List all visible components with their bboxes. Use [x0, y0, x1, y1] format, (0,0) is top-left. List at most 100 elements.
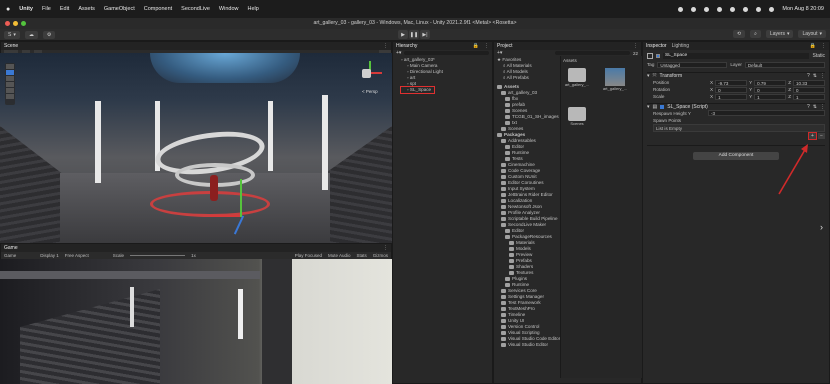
y-axis-label[interactable]: Y — [749, 80, 752, 85]
menu-file[interactable]: File — [42, 6, 51, 12]
game-viewport[interactable] — [0, 259, 392, 384]
tab-lighting[interactable]: Lighting — [672, 43, 690, 49]
menu-assets[interactable]: Assets — [78, 6, 95, 12]
tab-hierarchy[interactable]: Hierarchy — [396, 43, 417, 49]
hierarchy-item[interactable]: ▫ SL_Space — [399, 86, 436, 94]
minimize-icon[interactable] — [13, 21, 18, 26]
search-icon[interactable] — [756, 6, 762, 12]
asset-item[interactable]: Scenes — [563, 107, 591, 126]
z-axis-label[interactable]: Z — [788, 87, 791, 92]
menu-edit[interactable]: Edit — [60, 6, 69, 12]
layout-dropdown[interactable]: Layout ▾ — [798, 30, 826, 38]
rotation-y-field[interactable]: 0 — [754, 86, 787, 93]
scene-viewport[interactable]: < Persp — [0, 53, 392, 243]
clock[interactable]: Mon Aug 8 20:09 — [782, 6, 824, 12]
control-center-icon[interactable] — [769, 6, 775, 12]
rotation-x-field[interactable]: 0 — [715, 86, 748, 93]
close-icon[interactable] — [5, 21, 10, 26]
position-z-field[interactable]: 10.33 — [793, 79, 826, 86]
status-icon[interactable] — [717, 6, 723, 12]
collab-icon[interactable]: ⚙ — [42, 30, 56, 39]
more-icon[interactable]: ⋮ — [383, 245, 388, 251]
static-toggle[interactable]: Static — [812, 53, 825, 59]
wifi-icon[interactable] — [743, 6, 749, 12]
tab-inspector[interactable]: Inspector — [646, 43, 667, 49]
move-tool-icon[interactable] — [6, 70, 14, 75]
y-axis-label[interactable]: Y — [749, 87, 752, 92]
more-icon[interactable]: ⋮ — [820, 73, 825, 79]
x-axis-label[interactable]: X — [710, 94, 713, 99]
tab-scene[interactable]: Scene — [4, 43, 18, 49]
assets-breadcrumb[interactable]: Assets — [563, 58, 643, 64]
x-axis-label[interactable]: X — [710, 87, 713, 92]
rotation-z-field[interactable]: 0 — [793, 86, 826, 93]
menu-help[interactable]: Help — [247, 6, 258, 12]
account-button[interactable]: S ▾ — [4, 30, 20, 39]
remove-item-button[interactable]: − — [818, 133, 825, 139]
chevron-down-icon[interactable]: ▾ — [647, 104, 650, 110]
move-gizmo-y[interactable] — [240, 179, 242, 217]
gizmos-toggle[interactable]: Gizmos — [373, 253, 388, 258]
lock-icon[interactable]: 🔒 — [810, 43, 816, 49]
cloud-icon[interactable]: ☁ — [24, 30, 38, 39]
object-name-field[interactable]: SL_Space — [663, 53, 810, 59]
orientation-gizmo[interactable] — [358, 61, 382, 85]
apple-icon[interactable]: ● — [6, 6, 10, 13]
move-gizmo-x[interactable] — [210, 215, 240, 217]
more-icon[interactable]: ⋮ — [383, 43, 388, 49]
mute-audio-toggle[interactable]: Mute Audio — [328, 253, 351, 258]
pause-button[interactable]: ❚❚ — [409, 30, 419, 39]
game-mode-dropdown[interactable]: Game — [4, 253, 16, 258]
lock-icon[interactable]: 🔒 — [473, 43, 479, 49]
more-icon[interactable]: ⋮ — [821, 43, 826, 49]
rotate-tool-icon[interactable] — [6, 76, 14, 81]
status-icon[interactable] — [704, 6, 710, 12]
play-focused-dropdown[interactable]: Play Focused — [295, 253, 322, 258]
display-dropdown[interactable]: Display 1 — [40, 253, 59, 258]
menu-component[interactable]: Component — [144, 6, 172, 12]
add-item-button[interactable]: + — [808, 132, 817, 140]
asset-item[interactable]: art_gallery_... — [563, 68, 591, 91]
maximize-icon[interactable] — [21, 21, 26, 26]
search-input[interactable] — [555, 51, 630, 55]
add-icon[interactable]: +▾ — [396, 50, 401, 56]
y-axis-label[interactable]: Y — [749, 94, 752, 99]
position-y-field[interactable]: 0.79 — [754, 79, 787, 86]
active-checkbox[interactable] — [656, 54, 660, 58]
scale-tool-icon[interactable] — [6, 82, 14, 87]
scale-slider[interactable] — [130, 255, 186, 256]
status-icon[interactable] — [678, 6, 684, 12]
app-menu[interactable]: Unity — [19, 6, 33, 12]
layer-dropdown[interactable]: Default — [744, 61, 825, 68]
rect-tool-icon[interactable] — [6, 88, 14, 93]
play-button[interactable]: ▶ — [398, 30, 408, 39]
respawn-height-field[interactable]: -3 — [708, 110, 825, 116]
component-enabled-checkbox[interactable] — [660, 105, 665, 109]
transform-tool-icon[interactable] — [6, 94, 14, 99]
menu-secondlive[interactable]: SecondLive — [181, 6, 210, 12]
chevron-down-icon[interactable]: ▾ — [647, 73, 650, 79]
search-input[interactable] — [404, 51, 489, 55]
asset-item[interactable]: art_gallery_... — [601, 68, 629, 91]
aspect-dropdown[interactable]: Free Aspect — [65, 253, 89, 258]
tag-dropdown[interactable]: Untagged — [657, 61, 728, 68]
z-axis-label[interactable]: Z — [788, 80, 791, 85]
tab-project[interactable]: Project — [497, 43, 513, 49]
scale-z-field[interactable]: 1 — [793, 93, 826, 100]
step-button[interactable]: ▶| — [420, 30, 430, 39]
tab-game[interactable]: Game — [4, 245, 18, 251]
x-axis-label[interactable]: X — [710, 80, 713, 85]
hand-tool-icon[interactable] — [6, 64, 14, 69]
search-icon[interactable]: ⌕ — [750, 30, 761, 38]
z-axis-label[interactable]: Z — [788, 94, 791, 99]
stats-toggle[interactable]: Stats — [356, 253, 366, 258]
scale-y-field[interactable]: 1 — [754, 93, 787, 100]
menu-gameobject[interactable]: GameObject — [104, 6, 135, 12]
more-icon[interactable]: ⋮ — [633, 43, 638, 49]
more-icon[interactable]: ⋮ — [484, 43, 489, 49]
menu-window[interactable]: Window — [219, 6, 239, 12]
status-icon[interactable] — [691, 6, 697, 12]
preset-icon[interactable]: ⇅ — [813, 73, 817, 79]
position-x-field[interactable]: -9.73 — [715, 79, 748, 86]
history-icon[interactable]: ⟲ — [732, 30, 746, 38]
